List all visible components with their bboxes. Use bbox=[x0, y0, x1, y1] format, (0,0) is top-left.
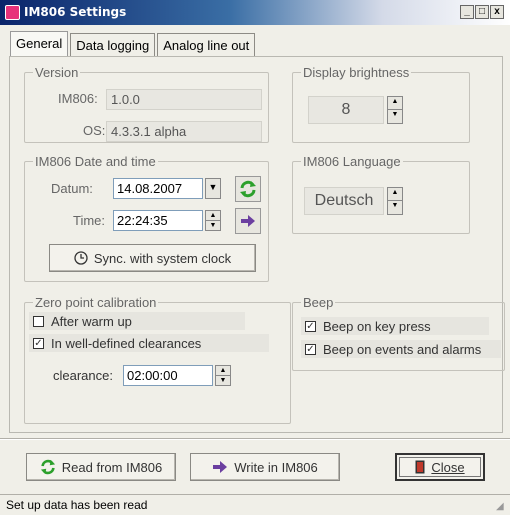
datetime-legend: IM806 Date and time bbox=[35, 154, 156, 169]
minimize-button[interactable]: _ bbox=[460, 5, 474, 19]
write-to-device-button[interactable]: Write in IM806 bbox=[190, 453, 340, 481]
read-from-device-button[interactable]: Read from IM806 bbox=[26, 453, 176, 481]
brightness-value[interactable]: 8 bbox=[308, 96, 384, 124]
resize-grip-icon[interactable]: ◢ bbox=[496, 501, 508, 513]
general-tab-panel: Version IM806: 1.0.0 OS: 4.3.3.1 alpha D… bbox=[9, 56, 505, 433]
close-button-label: Close bbox=[431, 459, 465, 475]
beep-legend: Beep bbox=[303, 295, 334, 310]
clearance-label: clearance: bbox=[53, 368, 113, 383]
after-warm-up-checkbox[interactable]: After warm up bbox=[29, 312, 245, 330]
maximize-button[interactable]: □ bbox=[475, 5, 489, 19]
brightness-spinner[interactable]: ▲ ▼ bbox=[387, 96, 403, 124]
spin-down-icon[interactable]: ▼ bbox=[216, 376, 230, 386]
clock-icon bbox=[74, 251, 88, 265]
close-window-button[interactable]: x bbox=[490, 5, 504, 19]
version-legend: Version bbox=[35, 65, 79, 80]
language-group: IM806 Language Deutsch ▲ ▼ bbox=[292, 154, 470, 234]
im806-version-label: IM806: bbox=[58, 91, 98, 106]
refresh-icon bbox=[240, 180, 256, 198]
spin-down-icon[interactable]: ▼ bbox=[206, 221, 220, 231]
arrow-right-icon bbox=[213, 461, 228, 473]
sync-clock-label: Sync. with system clock bbox=[93, 250, 232, 266]
tab-general[interactable]: General bbox=[10, 31, 69, 56]
datetime-group: IM806 Date and time Datum: 14.08.2007 ▼ … bbox=[24, 154, 269, 282]
tab-analog-line-out[interactable]: Analog line out bbox=[157, 33, 256, 56]
beep-key-press-checkbox[interactable]: ✓ Beep on key press bbox=[301, 317, 489, 335]
language-value[interactable]: Deutsch bbox=[304, 187, 384, 215]
tab-bar: General Data logging Analog line out bbox=[10, 31, 257, 56]
zero-calibration-legend: Zero point calibration bbox=[35, 295, 157, 310]
read-button-label: Read from IM806 bbox=[61, 459, 163, 475]
clearance-spinner[interactable]: ▲ ▼ bbox=[215, 365, 231, 386]
refresh-icon bbox=[40, 459, 55, 475]
version-group: Version IM806: 1.0.0 OS: 4.3.3.1 alpha bbox=[24, 65, 269, 143]
arrow-right-icon bbox=[241, 215, 255, 227]
beep-key-press-label: Beep on key press bbox=[323, 318, 431, 334]
time-field[interactable]: 22:24:35 bbox=[113, 210, 203, 231]
spin-down-icon[interactable]: ▼ bbox=[388, 110, 402, 123]
spin-up-icon[interactable]: ▲ bbox=[388, 97, 402, 110]
os-version-value: 4.3.3.1 alpha bbox=[106, 121, 262, 142]
beep-events-alarms-checkbox[interactable]: ✓ Beep on events and alarms bbox=[301, 340, 501, 358]
settings-window: IM806 Settings _ □ x General Data loggin… bbox=[0, 0, 510, 515]
refresh-date-button[interactable] bbox=[235, 176, 261, 202]
door-icon bbox=[415, 460, 425, 474]
window-title: IM806 Settings bbox=[24, 5, 127, 19]
brightness-group: Display brightness 8 ▲ ▼ bbox=[292, 65, 470, 143]
beep-events-alarms-label: Beep on events and alarms bbox=[323, 341, 482, 357]
write-button-label: Write in IM806 bbox=[234, 459, 318, 475]
status-text: Set up data has been read bbox=[6, 498, 148, 512]
well-defined-clearances-label: In well-defined clearances bbox=[51, 335, 202, 351]
spin-up-icon[interactable]: ▲ bbox=[388, 188, 402, 201]
time-spinner[interactable]: ▲ ▼ bbox=[205, 210, 221, 231]
spin-up-icon[interactable]: ▲ bbox=[206, 211, 220, 221]
button-separator bbox=[0, 438, 510, 440]
time-label: Time: bbox=[73, 213, 106, 228]
title-bar[interactable]: IM806 Settings _ □ x bbox=[0, 0, 510, 25]
zero-calibration-group: Zero point calibration After warm up ✓ I… bbox=[24, 295, 291, 424]
im806-version-value: 1.0.0 bbox=[106, 89, 262, 110]
beep-group: Beep ✓ Beep on key press ✓ Beep on event… bbox=[292, 295, 505, 371]
brightness-legend: Display brightness bbox=[303, 65, 410, 80]
apply-time-button[interactable] bbox=[235, 208, 261, 234]
checkbox-box[interactable]: ✓ bbox=[305, 320, 316, 332]
checkbox-box[interactable] bbox=[33, 315, 44, 327]
status-bar: Set up data has been read ◢ bbox=[0, 494, 510, 515]
date-label: Datum: bbox=[51, 181, 93, 196]
well-defined-clearances-checkbox[interactable]: ✓ In well-defined clearances bbox=[29, 334, 269, 352]
checkbox-box[interactable]: ✓ bbox=[305, 343, 316, 355]
language-legend: IM806 Language bbox=[303, 154, 401, 169]
checkbox-box[interactable]: ✓ bbox=[33, 337, 44, 349]
after-warm-up-label: After warm up bbox=[51, 313, 132, 329]
spin-up-icon[interactable]: ▲ bbox=[216, 366, 230, 376]
date-field[interactable]: 14.08.2007 bbox=[113, 178, 203, 199]
sync-clock-button[interactable]: Sync. with system clock bbox=[49, 244, 256, 272]
spin-down-icon[interactable]: ▼ bbox=[388, 201, 402, 214]
tab-data-logging[interactable]: Data logging bbox=[70, 33, 156, 56]
os-version-label: OS: bbox=[83, 123, 106, 138]
clearance-field[interactable]: 02:00:00 bbox=[123, 365, 213, 386]
language-spinner[interactable]: ▲ ▼ bbox=[387, 187, 403, 215]
close-button[interactable]: Close bbox=[395, 453, 485, 481]
app-icon bbox=[5, 5, 20, 20]
date-dropdown-icon[interactable]: ▼ bbox=[205, 178, 221, 199]
